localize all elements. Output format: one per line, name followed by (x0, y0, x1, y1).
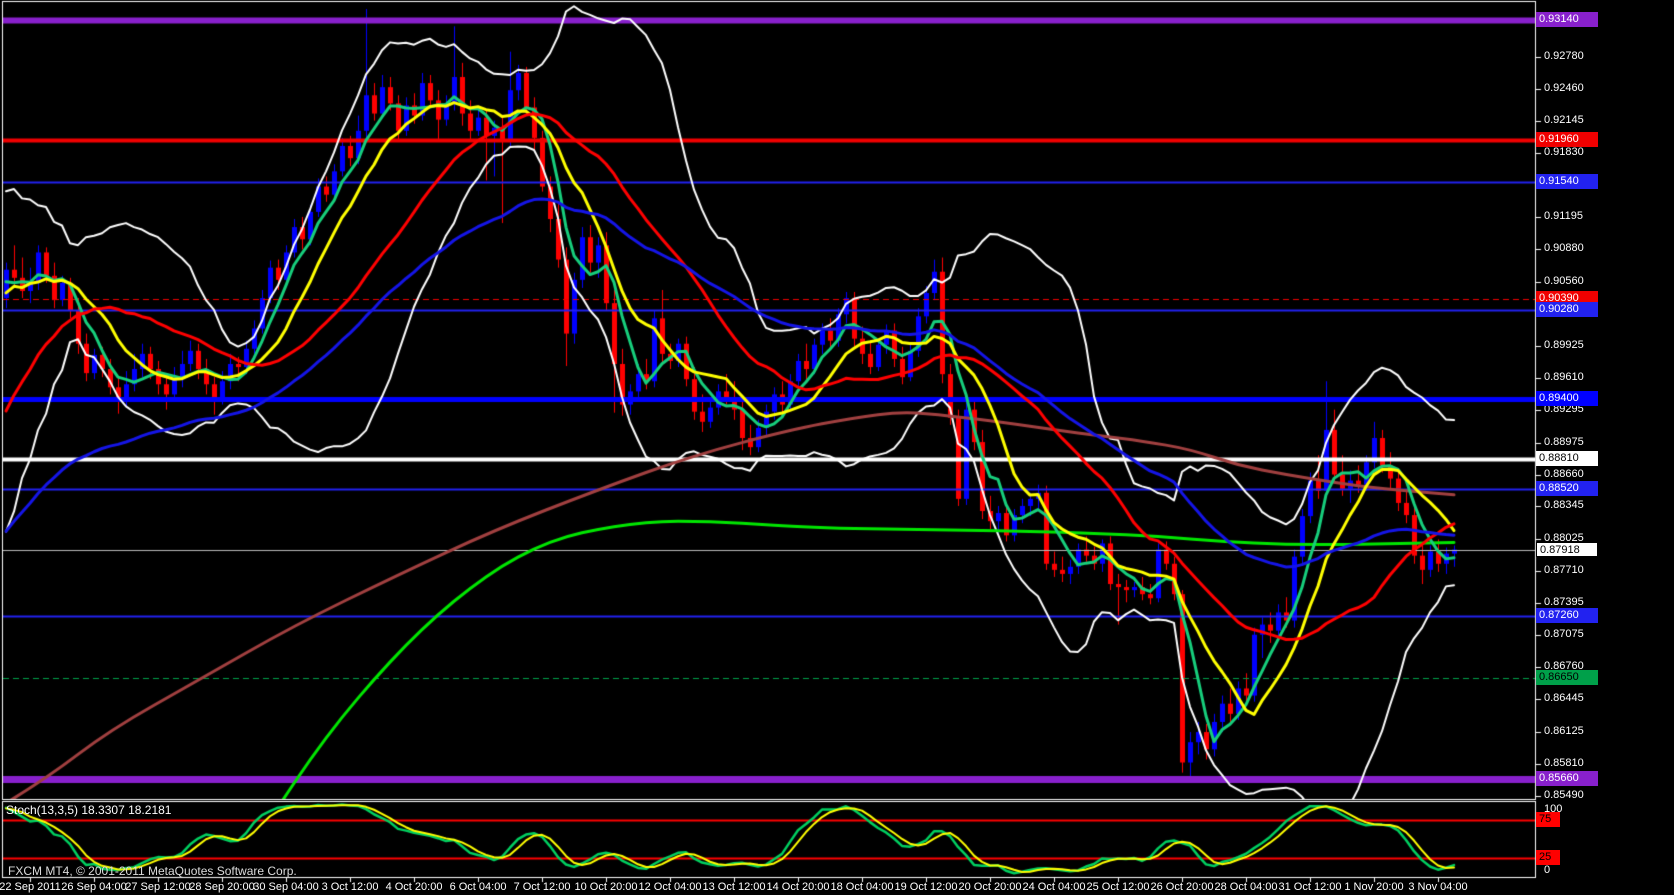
price-tick-label: 0.87710 (1544, 564, 1584, 576)
price-tick-label: 0.87395 (1544, 596, 1584, 608)
bid-price-badge: 0.87918 (1536, 542, 1598, 557)
price-tick-label: 0.88975 (1544, 436, 1584, 448)
stoch-level-badge: 75 (1536, 812, 1560, 827)
time-axis[interactable]: 22 Sep 201126 Sep 04:0027 Sep 12:0028 Se… (0, 877, 1674, 895)
stoch-scale-label: 0 (1544, 864, 1550, 876)
price-tick-label: 0.89925 (1544, 339, 1584, 351)
mt4-chart-window: Stoch(13,3,5) 18.3307 18.2181 FXCM MT4, … (0, 0, 1674, 895)
hline-price-badge: 0.87260 (1536, 608, 1598, 623)
hline-price-badge: 0.91960 (1536, 132, 1598, 147)
stoch-level-badge: 25 (1536, 850, 1560, 865)
panel-divider[interactable] (0, 798, 1536, 802)
chart-canvas[interactable] (0, 0, 1674, 895)
price-tick-label: 0.89610 (1544, 371, 1584, 383)
price-tick-label: 0.92780 (1544, 50, 1584, 62)
price-tick-label: 0.86445 (1544, 692, 1584, 704)
price-tick-label: 0.91830 (1544, 146, 1584, 158)
hline-price-badge: 0.88520 (1536, 481, 1598, 496)
price-tick-label: 0.92145 (1544, 114, 1584, 126)
hline-price-badge: 0.91540 (1536, 174, 1598, 189)
price-tick-label: 0.85810 (1544, 757, 1584, 769)
price-tick-label: 0.88660 (1544, 468, 1584, 480)
hline-price-badge: 0.93140 (1536, 12, 1598, 27)
price-tick-label: 0.91195 (1544, 210, 1583, 222)
price-axis[interactable]: 0.92780 0.92460 0.92145 0.91830 0.91195 0.908… (1536, 0, 1674, 877)
hline-price-badge: 0.86650 (1536, 670, 1598, 685)
hline-price-badge: 0.88810 (1536, 451, 1598, 466)
time-tick-label: 3 Nov 04:00 (1390, 881, 1486, 893)
price-tick-label: 0.90880 (1544, 242, 1584, 254)
hline-price-badge: 0.85660 (1536, 771, 1598, 786)
price-tick-label: 0.87075 (1544, 628, 1584, 640)
price-tick-label: 0.86125 (1544, 725, 1584, 737)
hline-price-badge: 0.90280 (1536, 302, 1598, 317)
price-tick-label: 0.88345 (1544, 499, 1584, 511)
price-tick-label: 0.90560 (1544, 275, 1584, 287)
hline-price-badge: 0.89400 (1536, 391, 1598, 406)
price-tick-label: 0.85490 (1544, 789, 1584, 801)
price-tick-label: 0.92460 (1544, 82, 1584, 94)
